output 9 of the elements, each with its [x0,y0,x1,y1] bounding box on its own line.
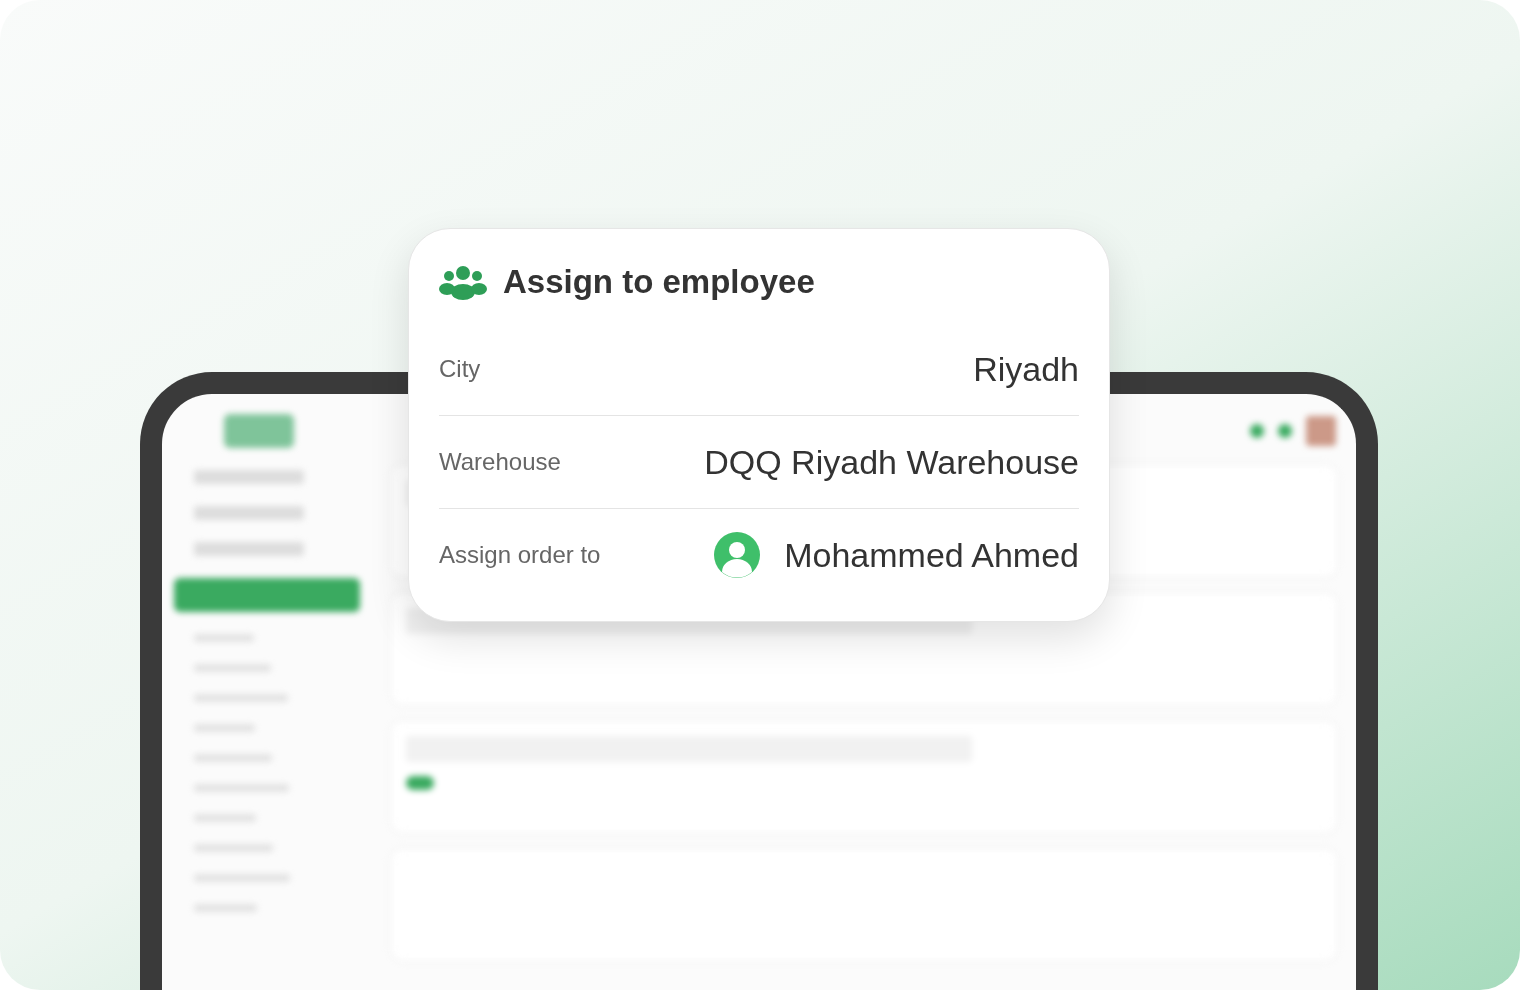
people-icon [439,264,487,300]
field-value: DQQ Riyadh Warehouse [704,442,1079,482]
field-label: City [439,355,481,383]
field-value: Mohammed Ahmed [784,535,1079,575]
field-label: Warehouse [439,448,561,476]
avatar-icon [714,532,761,578]
field-label: Assign order to [439,541,601,569]
card-title: Assign to employee [503,263,815,301]
field-value: Riyadh [973,349,1079,389]
